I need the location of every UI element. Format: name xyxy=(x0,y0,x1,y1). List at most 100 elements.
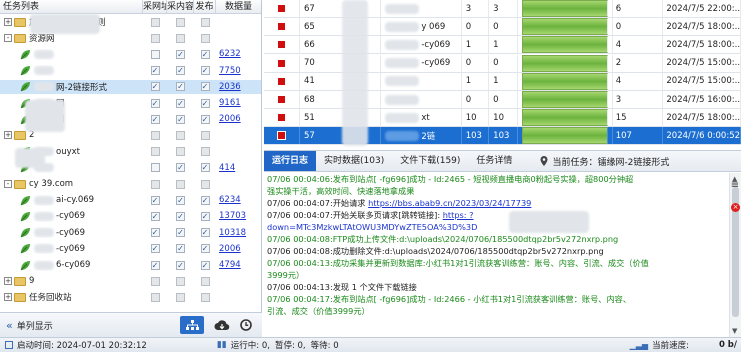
tab-file-download[interactable]: 文件下载(159) xyxy=(392,151,468,171)
data-count-link[interactable]: 7750 xyxy=(216,66,261,76)
checkbox-c1[interactable] xyxy=(150,17,160,27)
checkbox-c3[interactable]: ✓ xyxy=(200,244,210,254)
tree-row[interactable]: -cy069 ✓ ✓ ✓ 13703 xyxy=(0,209,261,223)
expand-toggle-icon[interactable]: + xyxy=(4,293,12,302)
cloud-download-button[interactable] xyxy=(210,316,234,334)
checkbox-c3[interactable]: ✓ xyxy=(200,82,210,92)
checkbox-c3[interactable]: ✓ xyxy=(200,66,210,76)
header-data-count[interactable]: 数据量 xyxy=(216,0,261,13)
menu-icon[interactable]: ≡ xyxy=(729,181,741,192)
expand-toggle-icon[interactable]: + xyxy=(4,277,12,286)
task-row[interactable]: 70 -cy069 0 0 2 2024/7/5 15:00:... xyxy=(264,54,741,73)
checkbox-c2[interactable]: ✓ xyxy=(176,82,185,92)
task-row[interactable]: 65 y 069 0 0 0 2024/7/5 18:00:... xyxy=(264,18,741,37)
checkbox-c2[interactable]: ✓ xyxy=(176,228,185,238)
checkbox-c3[interactable] xyxy=(200,179,210,189)
checkbox-c1[interactable] xyxy=(150,179,160,189)
checkbox-c1[interactable] xyxy=(150,130,160,140)
checkbox-c3[interactable] xyxy=(200,292,210,302)
header-collect-content[interactable]: 采内容 xyxy=(167,0,194,13)
checkbox-c1[interactable]: ✓ xyxy=(150,114,160,124)
checkbox-c2[interactable] xyxy=(176,33,185,43)
checkbox-c3[interactable] xyxy=(200,130,210,140)
log-link[interactable]: https://bbs.abab9.cn/2023/03/24/17739 xyxy=(368,198,531,208)
checkbox-c1[interactable]: ✓ xyxy=(150,211,160,221)
checkbox-c3[interactable]: ✓ xyxy=(200,228,210,238)
checkbox-c3[interactable]: ✓ xyxy=(200,195,210,205)
checkbox-c1[interactable] xyxy=(150,276,160,286)
tree-row[interactable]: +9 xyxy=(0,274,261,288)
expand-toggle-icon[interactable]: + xyxy=(4,131,12,140)
close-icon[interactable]: × xyxy=(731,203,740,212)
checkbox-c3[interactable]: ✓ xyxy=(200,98,210,108)
tree-row[interactable]: -cy069 ✓ ✓ ✓ 2006 xyxy=(0,242,261,256)
header-collect-url[interactable]: 采网址 xyxy=(143,0,167,13)
checkbox-c3[interactable] xyxy=(200,33,210,43)
checkbox-c2[interactable]: ✓ xyxy=(176,114,185,124)
checkbox-c1[interactable] xyxy=(150,49,160,59)
data-count-link[interactable]: 6234 xyxy=(216,195,261,205)
single-column-toggle[interactable]: 单列显示 xyxy=(17,319,53,332)
checkbox-c2[interactable] xyxy=(176,179,185,189)
checkbox-c2[interactable]: ✓ xyxy=(176,98,185,108)
checkbox-c3[interactable]: ✓ xyxy=(200,114,210,124)
checkbox-c1[interactable]: ✓ xyxy=(150,244,160,254)
tab-run-log[interactable]: 运行日志 xyxy=(264,151,317,171)
tree-row[interactable]: 网-2链接形式 ✓ ✓ ✓ 2036 xyxy=(0,79,261,94)
tree-row[interactable]: ✓ ✓ 6232 xyxy=(0,47,261,61)
checkbox-c2[interactable]: ✓ xyxy=(176,195,185,205)
checkbox-c3[interactable] xyxy=(200,17,210,27)
tree-row[interactable]: -cy069 ✓ ✓ ✓ 10318 xyxy=(0,226,261,240)
checkbox-c1[interactable]: ✓ xyxy=(150,195,160,205)
checkbox-c1[interactable]: ✓ xyxy=(150,66,160,76)
header-publish[interactable]: 发布 xyxy=(194,0,216,13)
checkbox-c2[interactable]: ✓ xyxy=(176,66,185,76)
task-row[interactable]: 68 0 0 3 2024/7/5 16:00:... xyxy=(264,91,741,109)
tab-task-details[interactable]: 任务详情 xyxy=(468,151,520,171)
data-count-link[interactable]: 4794 xyxy=(216,260,261,270)
checkbox-c2[interactable] xyxy=(176,292,185,302)
tab-realtime-data[interactable]: 实时数据(103) xyxy=(316,151,392,171)
checkbox-c3[interactable]: ✓ xyxy=(200,49,210,59)
checkbox-c1[interactable]: ✓ xyxy=(150,260,160,270)
data-count-link[interactable]: 2036 xyxy=(216,82,261,92)
checkbox-c2[interactable]: ✓ xyxy=(176,163,185,173)
header-task-list[interactable]: 任务列表 xyxy=(0,0,143,13)
tree-row[interactable]: ✓ ✓ ✓ 7750 xyxy=(0,64,261,78)
checkbox-c2[interactable] xyxy=(176,130,185,140)
log-scrollbar[interactable]: ▲ ▼ xyxy=(729,173,741,337)
data-count-link[interactable]: 10318 xyxy=(216,228,261,238)
checkbox-c1[interactable]: ✓ xyxy=(150,228,160,238)
task-row[interactable]: 67 3 3 6 2024/7/5 22:00:... xyxy=(264,0,741,18)
task-row[interactable]: 41 1 1 4 2024/7/5 15:00:... xyxy=(264,72,741,91)
expand-toggle-icon[interactable]: + xyxy=(4,18,12,26)
checkbox-c1[interactable] xyxy=(150,163,160,173)
checkbox-c1[interactable] xyxy=(150,292,160,302)
checkbox-c3[interactable] xyxy=(200,147,210,157)
checkbox-c3[interactable]: ✓ xyxy=(200,163,210,173)
checkbox-c1[interactable] xyxy=(150,33,160,43)
checkbox-c2[interactable]: ✓ xyxy=(176,244,185,254)
expand-toggle-icon[interactable]: - xyxy=(4,180,12,188)
checkbox-c1[interactable]: ✓ xyxy=(150,98,160,108)
checkbox-c1[interactable]: ✓ xyxy=(150,82,160,92)
data-count-link[interactable]: 2006 xyxy=(216,114,261,124)
data-count-link[interactable]: 2006 xyxy=(216,244,261,254)
task-row[interactable]: 57 2链 103 103 107 2024/7/6 0:00:52 xyxy=(264,127,741,146)
checkbox-c1[interactable] xyxy=(150,147,160,157)
checkbox-c2[interactable] xyxy=(176,276,185,286)
tree-row[interactable]: + 任务回收站 xyxy=(0,290,261,304)
checkbox-c2[interactable]: ✓ xyxy=(176,260,185,270)
data-count-link[interactable]: 414 xyxy=(216,163,261,173)
checkbox-c3[interactable]: ✓ xyxy=(200,260,210,270)
tree-row[interactable]: - cy 39.com xyxy=(0,177,261,191)
expand-toggle-icon[interactable]: - xyxy=(4,34,12,43)
checkbox-c2[interactable]: ✓ xyxy=(176,211,185,221)
double-chevron-left-icon[interactable]: « xyxy=(6,319,13,332)
data-count-link[interactable]: 13703 xyxy=(216,211,261,221)
scroll-down-icon[interactable]: ▼ xyxy=(732,327,737,335)
task-row[interactable]: 66 -cy069 1 1 4 2024/7/5 18:00:... xyxy=(264,36,741,55)
tree-row[interactable]: 6-cy069 ✓ ✓ ✓ 4794 xyxy=(0,258,261,272)
tree-view-button[interactable] xyxy=(180,316,204,334)
checkbox-c2[interactable] xyxy=(176,147,185,157)
